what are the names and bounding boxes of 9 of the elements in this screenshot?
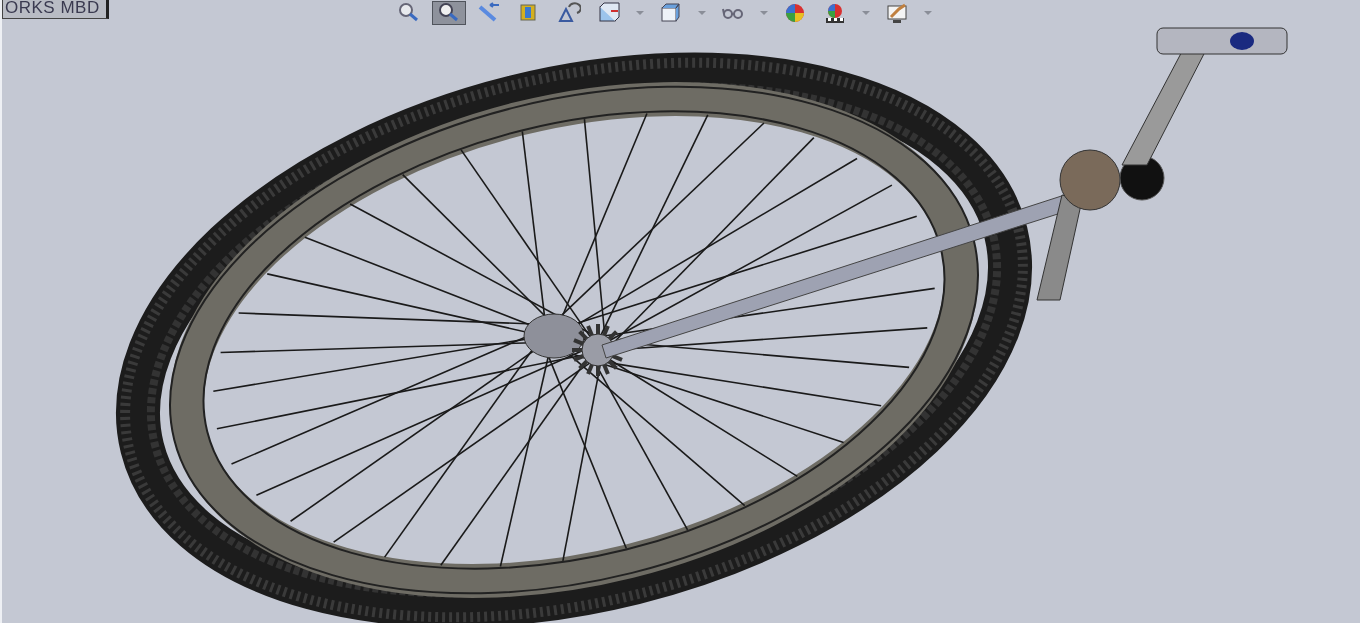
caret-icon[interactable] bbox=[636, 10, 644, 15]
caret-icon[interactable] bbox=[698, 10, 706, 15]
tab[interactable]: ORKS MBD bbox=[2, 0, 109, 19]
annotation-icon bbox=[557, 0, 581, 25]
caret-icon[interactable] bbox=[862, 10, 870, 15]
toolbar-button[interactable] bbox=[432, 0, 466, 25]
box-icon bbox=[597, 0, 621, 25]
caret-icon[interactable] bbox=[760, 10, 768, 15]
caret-icon[interactable] bbox=[924, 10, 932, 15]
